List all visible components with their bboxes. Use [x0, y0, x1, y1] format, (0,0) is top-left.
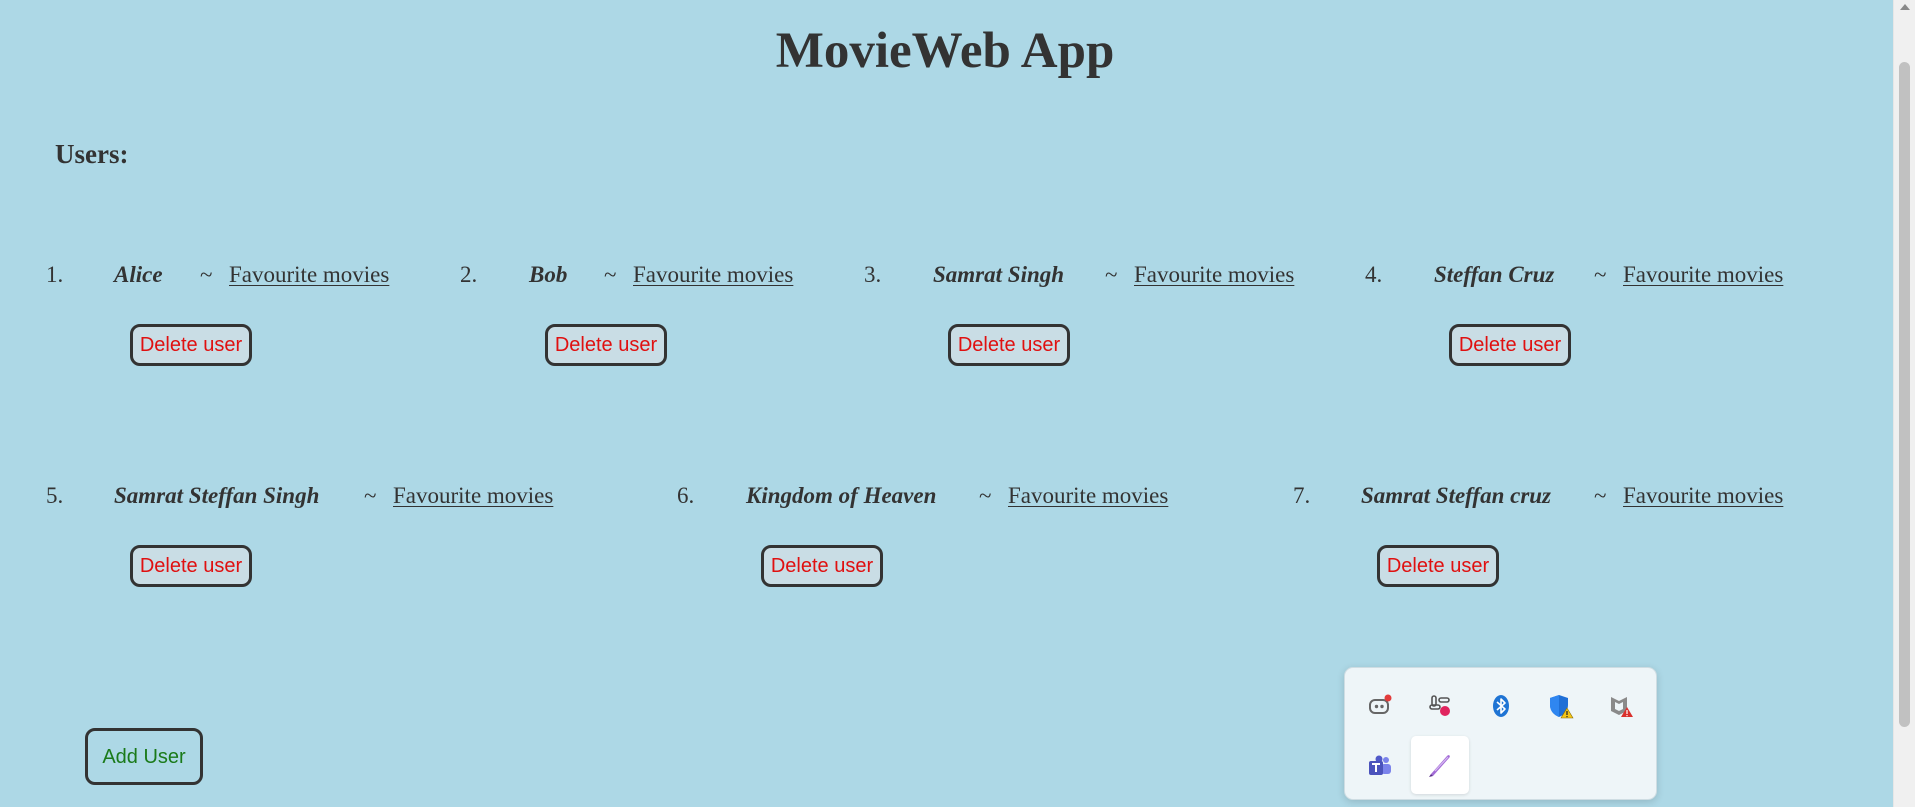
user-name: Samrat Steffan Singh [114, 483, 320, 508]
favourite-movies-link[interactable]: Favourite movies [1008, 481, 1168, 511]
delete-user-button[interactable]: Delete user [1377, 545, 1499, 587]
slack-icon[interactable] [1420, 686, 1460, 726]
user-number: 1. [46, 262, 64, 287]
separator: ~ [200, 262, 213, 287]
favourite-movies-link[interactable]: Favourite movies [1623, 260, 1783, 290]
teams-icon[interactable] [1360, 746, 1400, 786]
delete-user-button[interactable]: Delete user [130, 324, 252, 366]
user-number: 7. [1293, 483, 1311, 508]
delete-user-button[interactable]: Delete user [1449, 324, 1571, 366]
pen-icon[interactable] [1411, 736, 1469, 794]
favourite-movies-link[interactable]: Favourite movies [229, 260, 389, 290]
user-name: Kingdom of Heaven [746, 483, 937, 508]
favourite-movies-link[interactable]: Favourite movies [393, 481, 553, 511]
user-number: 5. [46, 483, 64, 508]
user-name: Alice [114, 262, 163, 287]
separator: ~ [979, 483, 992, 508]
user-number: 4. [1365, 262, 1383, 287]
favourite-movies-link[interactable]: Favourite movies [1134, 260, 1294, 290]
discord-icon[interactable] [1360, 686, 1400, 726]
user-name: Steffan Cruz [1434, 262, 1555, 287]
favourite-movies-link[interactable]: Favourite movies [633, 260, 793, 290]
user-number: 2. [460, 262, 478, 287]
separator: ~ [1594, 262, 1607, 287]
separator: ~ [1105, 262, 1118, 287]
separator: ~ [1594, 483, 1607, 508]
user-name: Samrat Singh [933, 262, 1065, 287]
scroll-up-arrow-icon[interactable] [1900, 4, 1910, 10]
favourite-movies-link[interactable]: Favourite movies [1623, 481, 1783, 511]
delete-user-button[interactable]: Delete user [761, 545, 883, 587]
separator: ~ [604, 262, 617, 287]
users-heading: Users: [55, 139, 129, 169]
user-number: 3. [864, 262, 882, 287]
delete-user-button[interactable]: Delete user [545, 324, 667, 366]
scrollbar-thumb[interactable] [1899, 62, 1910, 727]
user-number: 6. [677, 483, 695, 508]
page-title: MovieWeb App [775, 23, 1115, 79]
user-name: Bob [529, 262, 568, 287]
add-user-button[interactable]: Add User [85, 728, 203, 785]
user-name: Samrat Steffan cruz [1361, 483, 1552, 508]
system-tray-flyout [1344, 667, 1657, 800]
delete-user-button[interactable]: Delete user [130, 545, 252, 587]
mcafee-icon[interactable] [1601, 686, 1641, 726]
delete-user-button[interactable]: Delete user [948, 324, 1070, 366]
bluetooth-icon[interactable] [1481, 686, 1521, 726]
separator: ~ [364, 483, 377, 508]
vertical-scrollbar[interactable] [1893, 0, 1915, 807]
windows-security-icon[interactable] [1541, 686, 1581, 726]
